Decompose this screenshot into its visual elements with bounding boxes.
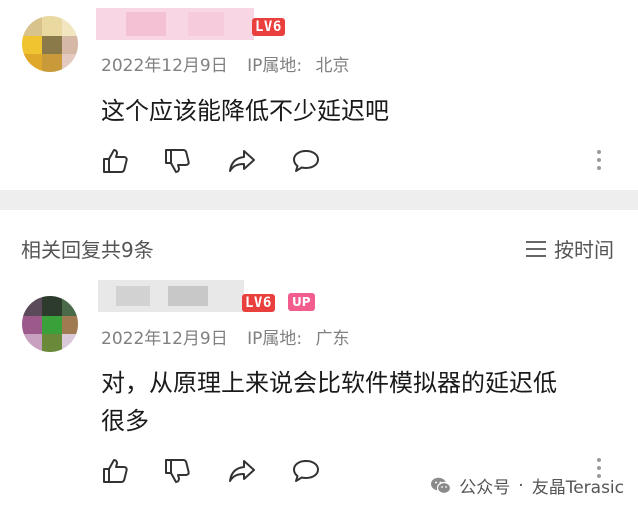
avatar[interactable] bbox=[22, 16, 78, 72]
more-vertical-icon bbox=[597, 150, 601, 154]
reply-ip-location: 广东 bbox=[315, 329, 350, 349]
comment-actions bbox=[101, 146, 331, 176]
reply-text: 对，从原理上来说会比软件模拟器的延迟低 很多 bbox=[101, 364, 557, 440]
section-divider bbox=[0, 190, 638, 210]
wechat-icon bbox=[431, 477, 452, 494]
watermark-name: 友晶Terasic bbox=[531, 478, 624, 498]
thumbs-down-icon bbox=[165, 459, 190, 483]
reply-button[interactable] bbox=[291, 456, 321, 486]
reply-username-blurred[interactable] bbox=[98, 280, 244, 312]
reply-button[interactable] bbox=[291, 146, 321, 176]
level-badge: LV6 bbox=[252, 18, 285, 36]
reply-actions bbox=[101, 456, 331, 486]
watermark: 公众号 · 友晶Terasic bbox=[430, 473, 624, 498]
reply-date: 2022年12月9日 bbox=[101, 329, 228, 349]
reply-level-badge: LV6 bbox=[242, 294, 275, 312]
more-vertical-icon bbox=[597, 458, 601, 462]
sort-label: 按时间 bbox=[554, 238, 614, 262]
thumbs-down-icon bbox=[165, 149, 190, 173]
share-button[interactable] bbox=[227, 146, 257, 176]
reply-meta: 2022年12月9日 IP属地: 广东 bbox=[101, 324, 350, 349]
comment-icon bbox=[293, 150, 319, 172]
like-button[interactable] bbox=[101, 456, 131, 486]
sort-by-time-button[interactable]: 按时间 bbox=[526, 234, 614, 263]
more-options-button[interactable] bbox=[593, 150, 605, 174]
replies-count-title: 相关回复共9条 bbox=[21, 238, 154, 262]
reply-text-line-2: 很多 bbox=[101, 407, 149, 435]
reply-ip-label: IP属地: bbox=[247, 329, 303, 349]
dislike-button[interactable] bbox=[163, 456, 193, 486]
share-icon bbox=[229, 460, 255, 482]
like-button[interactable] bbox=[101, 146, 131, 176]
comment-meta: 2022年12月9日 IP属地: 北京 bbox=[101, 51, 350, 76]
comment-icon bbox=[293, 460, 319, 482]
watermark-separator: · bbox=[518, 475, 524, 496]
comment-text: 这个应该能降低不少延迟吧 bbox=[101, 97, 389, 125]
comment-date: 2022年12月9日 bbox=[101, 56, 228, 76]
share-button[interactable] bbox=[227, 456, 257, 486]
ip-label: IP属地: bbox=[247, 56, 303, 76]
up-badge: UP bbox=[288, 293, 315, 311]
comment-card-1: LV6 2022年12月9日 IP属地: 北京 这个应该能降低不少延迟吧 bbox=[0, 0, 638, 190]
share-icon bbox=[229, 150, 255, 172]
reply-text-line-1: 对，从原理上来说会比软件模拟器的延迟低 bbox=[101, 369, 557, 397]
thumbs-up-icon bbox=[103, 459, 128, 483]
reply-avatar[interactable] bbox=[22, 296, 78, 352]
dislike-button[interactable] bbox=[163, 146, 193, 176]
thumbs-up-icon bbox=[103, 149, 128, 173]
sort-menu-icon bbox=[526, 240, 546, 257]
ip-location: 北京 bbox=[315, 56, 350, 76]
watermark-account: 公众号 bbox=[459, 478, 511, 498]
username-blurred[interactable] bbox=[96, 8, 254, 40]
